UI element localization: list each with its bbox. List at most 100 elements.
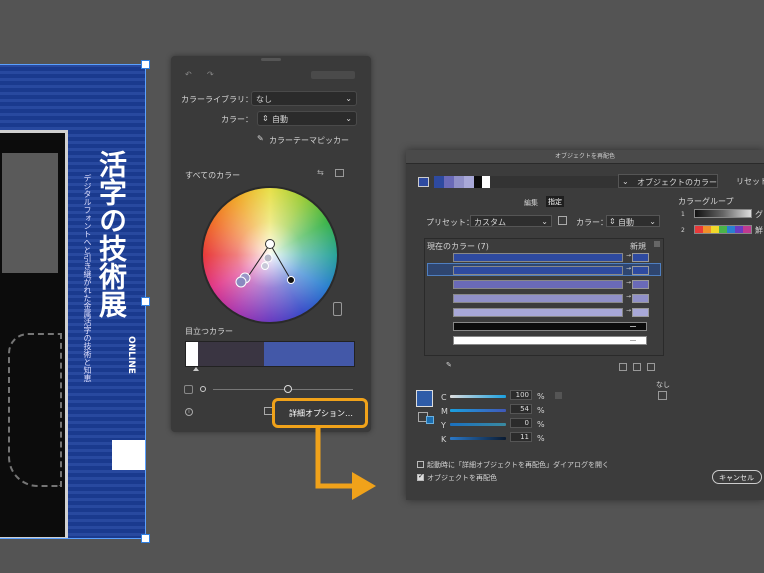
- cyan-input[interactable]: 100: [510, 390, 532, 400]
- preset-select[interactable]: カスタム ⌄: [470, 215, 552, 227]
- poster-online-label: ONLINE: [126, 336, 136, 374]
- prominent-color-dark[interactable]: [198, 342, 264, 366]
- preset-label: プリセット：: [426, 218, 474, 227]
- poster-dark-panel: [0, 130, 68, 539]
- chevron-down-icon: ⌄: [345, 114, 352, 123]
- arrow-right-icon[interactable]: →: [626, 307, 631, 314]
- current-color-row[interactable]: [453, 294, 623, 303]
- yellow-label: Y: [441, 421, 446, 430]
- new-row-icon[interactable]: [647, 363, 655, 371]
- chevron-down-icon: ⌄: [649, 217, 656, 226]
- prominent-colors-bar[interactable]: [185, 341, 355, 367]
- arrow-right-icon[interactable]: →: [626, 252, 631, 259]
- magenta-unit: %: [537, 406, 545, 415]
- new-color-swatch[interactable]: [632, 294, 649, 303]
- saturation-toggle-icon[interactable]: [184, 385, 193, 394]
- save-color-group-icon[interactable]: [558, 216, 567, 225]
- dialog-color-select[interactable]: ⇕ 自動 ⌄: [606, 215, 660, 227]
- link-harmony-icon[interactable]: ⇆: [317, 168, 324, 177]
- object-colors-select[interactable]: ⌄ オブジェクトのカラー: [618, 174, 718, 188]
- info-icon[interactable]: i: [185, 408, 193, 416]
- black-input[interactable]: 11: [510, 432, 532, 442]
- prominent-color-blue[interactable]: [264, 342, 354, 366]
- color-wheel-markers[interactable]: [203, 188, 337, 322]
- panel-grip[interactable]: [261, 58, 281, 61]
- recolor-art-checkbox[interactable]: ✓: [417, 472, 424, 481]
- dialog-title: オブジェクトを再配色: [406, 150, 764, 164]
- cyan-slider[interactable]: [450, 395, 506, 398]
- none-swatch-icon[interactable]: [658, 391, 667, 400]
- redo-icon[interactable]: ↷: [207, 70, 214, 79]
- tab-assign[interactable]: 指定: [546, 196, 564, 207]
- tab-edit[interactable]: 編集: [524, 198, 538, 208]
- undo-icon[interactable]: ↶: [185, 70, 192, 79]
- prominent-colors-label: 目立つカラー: [185, 327, 233, 336]
- color-group-gray[interactable]: [694, 209, 752, 218]
- current-color-row[interactable]: [453, 308, 623, 317]
- eyedropper-icon: ✎: [257, 134, 264, 143]
- web-color-icon[interactable]: [426, 416, 434, 424]
- current-color-row[interactable]: [453, 322, 647, 331]
- new-colors-label: 新規: [630, 242, 646, 251]
- current-color-row[interactable]: [453, 266, 623, 275]
- open-on-launch-checkbox[interactable]: [417, 461, 424, 468]
- none-label: なし: [656, 381, 670, 389]
- selection-border-bottom: [0, 538, 146, 539]
- object-color-strip[interactable]: [434, 176, 624, 188]
- tab-assign-label: 指定: [548, 198, 562, 206]
- eyedropper-icon[interactable]: ✎: [446, 361, 452, 369]
- lock-icon[interactable]: [333, 302, 342, 316]
- color-grid-icon[interactable]: [335, 169, 344, 177]
- new-color-swatch[interactable]: [632, 280, 649, 289]
- separate-colors-icon[interactable]: [633, 363, 641, 371]
- type-glyph-image: [2, 153, 58, 273]
- black-unit: %: [537, 434, 545, 443]
- current-color-row[interactable]: [453, 336, 647, 345]
- current-edit-swatch[interactable]: [416, 390, 433, 407]
- prominent-slider-handle[interactable]: [193, 367, 199, 371]
- selection-handle-top-right[interactable]: [141, 60, 150, 69]
- new-color-swatch[interactable]: [632, 266, 649, 275]
- artwork-poster[interactable]: デジタルフォントへと引き継がれた金属活字の技術と知恵 活字の技術展 ONLINE: [0, 64, 146, 539]
- color-group-vivid[interactable]: [694, 225, 752, 234]
- group-index-2: 2: [681, 227, 685, 234]
- out-of-gamut-icon[interactable]: [555, 392, 562, 399]
- reset-button-disabled[interactable]: [311, 71, 355, 79]
- current-color-row[interactable]: [453, 253, 623, 262]
- saturation-slider-track[interactable]: [213, 389, 353, 390]
- color-library-value: なし: [256, 95, 272, 104]
- magenta-input[interactable]: 54: [510, 404, 532, 414]
- base-color-marker: [265, 239, 275, 249]
- reset-button[interactable]: リセット: [736, 176, 764, 187]
- object-colors-label: オブジェクトのカラー: [637, 178, 717, 187]
- callout-arrow: [315, 426, 376, 500]
- black-slider[interactable]: [450, 437, 506, 440]
- merge-colors-icon[interactable]: [619, 363, 627, 371]
- saturation-min-icon: [200, 386, 206, 392]
- list-options-icon[interactable]: [654, 241, 660, 247]
- selection-handle-right[interactable]: [141, 297, 150, 306]
- color-theme-picker-button[interactable]: ✎ カラーテーマピッカー: [253, 132, 355, 147]
- selection-handle-bottom-right[interactable]: [141, 534, 150, 543]
- arrow-right-icon[interactable]: →: [626, 265, 631, 272]
- yellow-slider[interactable]: [450, 423, 506, 426]
- saturation-slider-thumb[interactable]: [284, 385, 292, 393]
- color-library-select[interactable]: なし ⌄: [251, 91, 357, 106]
- color-marker: [263, 253, 273, 263]
- color-marker: [287, 276, 295, 284]
- cancel-button[interactable]: キャンセル: [712, 470, 762, 484]
- current-color-row[interactable]: [453, 280, 623, 289]
- arrow-right-icon[interactable]: →: [626, 293, 631, 300]
- active-color-swatch[interactable]: [418, 177, 429, 187]
- arrow-right-icon[interactable]: →: [626, 279, 631, 286]
- yellow-input[interactable]: 0: [510, 418, 532, 428]
- color-wheel[interactable]: [201, 186, 339, 324]
- selection-border-top: [0, 64, 146, 65]
- color-count-select[interactable]: ⇕ 自動 ⌄: [257, 111, 357, 126]
- prominent-color-white[interactable]: [186, 342, 198, 366]
- no-change-dash: [630, 340, 636, 341]
- new-color-swatch[interactable]: [632, 308, 649, 317]
- new-color-swatch[interactable]: [632, 253, 649, 262]
- all-colors-label: すべてのカラー: [185, 171, 241, 180]
- magenta-slider[interactable]: [450, 409, 506, 412]
